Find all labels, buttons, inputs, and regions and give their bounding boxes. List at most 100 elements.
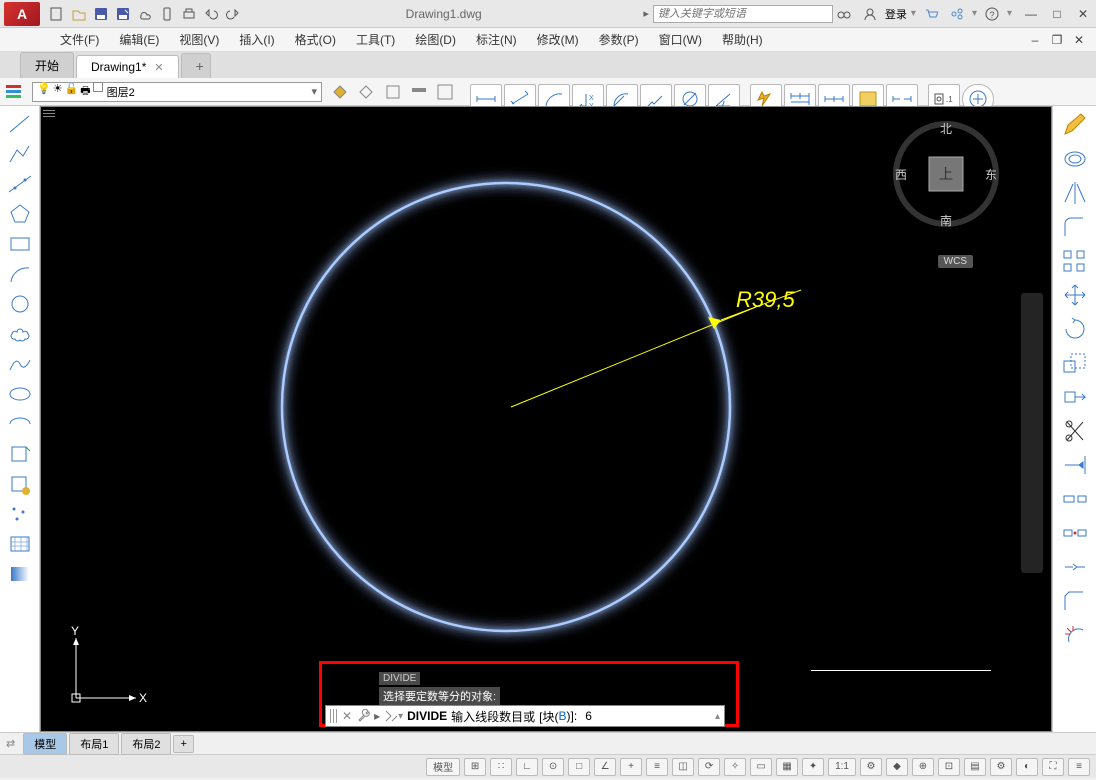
doc-restore-button[interactable]: ❐ (1048, 31, 1066, 49)
close-cmd-icon[interactable]: ✕ (342, 709, 352, 723)
cycling-toggle[interactable]: ⟳ (698, 758, 720, 776)
cleanscreen-toggle[interactable]: ⛶ (1042, 758, 1064, 776)
print-icon[interactable] (180, 5, 198, 23)
menu-draw[interactable]: 绘图(D) (405, 31, 466, 48)
save-icon[interactable] (92, 5, 110, 23)
view-cube[interactable]: 上 北 南 东 西 (891, 119, 1001, 229)
otrack-toggle[interactable]: ∠ (594, 758, 616, 776)
isodraft-toggle[interactable]: ◆ (886, 758, 908, 776)
saveas-icon[interactable] (114, 5, 132, 23)
hwaccel-toggle[interactable]: ◐ (1016, 758, 1038, 776)
make-block-button[interactable] (4, 470, 36, 498)
close-button[interactable]: ✕ (1074, 5, 1092, 23)
search-input[interactable] (653, 5, 833, 23)
workspace-toggle[interactable]: ⚙ (990, 758, 1012, 776)
redo-icon[interactable] (224, 5, 242, 23)
trim-button[interactable] (1057, 416, 1093, 446)
grid-toggle[interactable]: ⊞ (464, 758, 486, 776)
tab-drawing[interactable]: Drawing1* ✕ (76, 55, 179, 78)
menu-view[interactable]: 视图(V) (169, 31, 229, 48)
open-icon[interactable] (70, 5, 88, 23)
stretch-button[interactable] (1057, 382, 1093, 412)
menu-edit[interactable]: 编辑(E) (109, 31, 169, 48)
dynucs-toggle[interactable]: ▭ (750, 758, 772, 776)
undo-icon[interactable] (202, 5, 220, 23)
insert-block-button[interactable] (4, 440, 36, 468)
extend-button[interactable] (1057, 450, 1093, 480)
share-icon[interactable] (948, 5, 966, 23)
revcloud-button[interactable] (4, 320, 36, 348)
add-layout-button[interactable]: + (173, 735, 193, 753)
drawing-canvas[interactable]: R39,5 X Y 上 北 南 东 西 WCS DIVIDE 选择 (40, 106, 1052, 732)
transparency-toggle[interactable]: ◫ (672, 758, 694, 776)
close-tab-icon[interactable]: ✕ (154, 61, 163, 74)
polyline-button[interactable] (4, 140, 36, 168)
chevron-down-icon[interactable]: ▾ (311, 85, 317, 98)
menu-insert[interactable]: 插入(I) (229, 31, 284, 48)
doc-close-button[interactable]: ✕ (1070, 31, 1088, 49)
rectangle-button[interactable] (4, 230, 36, 258)
gradient-button[interactable] (4, 560, 36, 588)
tab-start[interactable]: 开始 (20, 52, 74, 78)
ellipse-arc-button[interactable] (4, 410, 36, 438)
arc-button[interactable] (4, 260, 36, 288)
binoculars-icon[interactable] (835, 5, 853, 23)
tab-model[interactable]: 模型 (23, 733, 67, 755)
menu-format[interactable]: 格式(O) (285, 31, 346, 48)
qp-toggle[interactable]: ▤ (964, 758, 986, 776)
selection-toggle[interactable]: ▦ (776, 758, 798, 776)
move-button[interactable] (1057, 280, 1093, 310)
units-toggle[interactable]: ⊡ (938, 758, 960, 776)
annomon-toggle[interactable]: ⊕ (912, 758, 934, 776)
app-logo[interactable]: A (4, 2, 40, 26)
break-button[interactable] (1057, 518, 1093, 548)
menu-modify[interactable]: 修改(M) (527, 31, 589, 48)
point-button[interactable] (4, 500, 36, 528)
fillet-button[interactable] (1057, 212, 1093, 242)
layer-properties-icon[interactable] (4, 81, 28, 103)
menu-params[interactable]: 参数(P) (589, 31, 649, 48)
circle-button[interactable] (4, 290, 36, 318)
layer-selector[interactable]: 💡 ☀ 🔓 🖶 图层2 ▾ (32, 82, 322, 102)
ellipse-button[interactable] (4, 380, 36, 408)
cart-icon[interactable] (922, 5, 940, 23)
layer-iso-icon[interactable] (356, 81, 380, 103)
new-icon[interactable] (48, 5, 66, 23)
mirror-button[interactable] (1057, 178, 1093, 208)
user-icon[interactable] (861, 5, 879, 23)
scale-display[interactable]: 1:1 (828, 758, 856, 776)
help-icon[interactable]: ? (983, 5, 1001, 23)
navigation-bar[interactable] (1021, 293, 1043, 573)
layer-match-icon[interactable] (408, 81, 432, 103)
customize-button[interactable]: ≡ (1068, 758, 1090, 776)
break-point-button[interactable] (1057, 484, 1093, 514)
add-tab-button[interactable]: + (181, 53, 211, 78)
wcs-badge[interactable]: WCS (938, 255, 973, 268)
hatch-button[interactable] (4, 530, 36, 558)
chamfer-button[interactable] (1057, 586, 1093, 616)
gizmo-toggle[interactable]: ✦ (802, 758, 824, 776)
wrench-icon[interactable] (356, 709, 370, 723)
dyn-toggle[interactable]: + (620, 758, 642, 776)
rotate-button[interactable] (1057, 314, 1093, 344)
tabs-chevron-icon[interactable]: ⇄ (6, 737, 15, 750)
scale-button[interactable] (1057, 348, 1093, 378)
osnap-toggle[interactable]: □ (568, 758, 590, 776)
spline-button[interactable] (4, 350, 36, 378)
tab-layout2[interactable]: 布局2 (121, 733, 171, 755)
menu-file[interactable]: 文件(F) (50, 31, 109, 48)
model-badge[interactable]: 模型 (426, 758, 460, 776)
minimize-button[interactable]: — (1022, 5, 1040, 23)
mobile-icon[interactable] (158, 5, 176, 23)
layer-prev-icon[interactable] (382, 81, 406, 103)
menu-dimension[interactable]: 标注(N) (466, 31, 527, 48)
menu-help[interactable]: 帮助(H) (712, 31, 773, 48)
explode-button[interactable] (1057, 620, 1093, 650)
array-button[interactable] (1057, 246, 1093, 276)
pencil-button[interactable] (1057, 110, 1093, 140)
menu-tools[interactable]: 工具(T) (346, 31, 405, 48)
doc-minimize-button[interactable]: – (1026, 31, 1044, 49)
login-label[interactable]: 登录 (885, 6, 907, 22)
line-button[interactable] (4, 110, 36, 138)
cloud-icon[interactable] (136, 5, 154, 23)
